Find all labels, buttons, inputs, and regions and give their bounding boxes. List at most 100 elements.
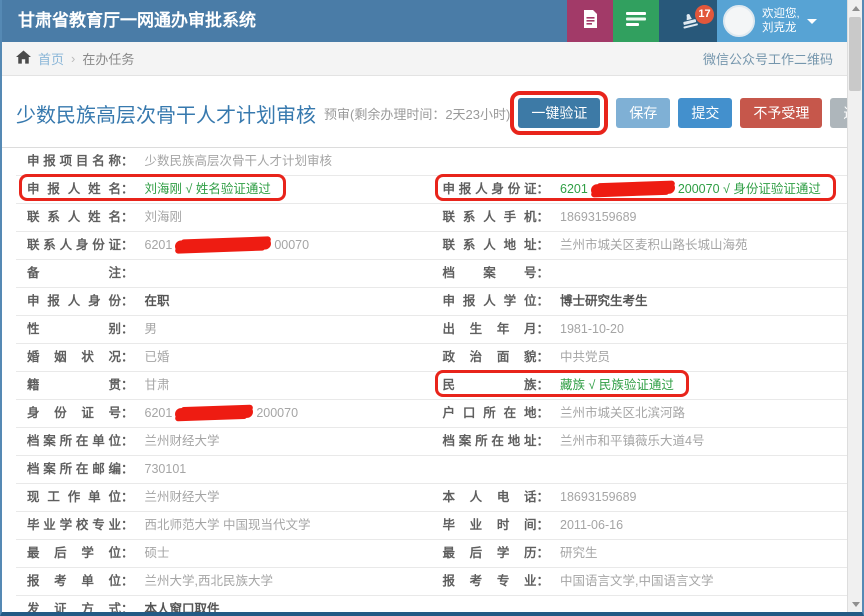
field-colon: ： [121, 182, 134, 196]
avatar [723, 5, 755, 37]
form-row: 性别：男出生年月：1981-10-20 [16, 316, 847, 344]
form-row: 婚姻状况：已婚政治面貌：中共党员 [16, 344, 847, 372]
stamp-notifications-button[interactable]: 17 [659, 0, 717, 42]
chevron-down-icon [807, 19, 817, 24]
field-label: 民族 [443, 373, 537, 397]
form-row: 现工作单位：兰州财经大学本人电话：18693159689 [16, 484, 847, 512]
form-field: 毕业学校专业：西北师范大学 中国现当代文学 [16, 512, 432, 539]
field-colon: ： [537, 238, 550, 252]
form-field: 现工作单位：兰州财经大学 [16, 484, 432, 511]
one-click-verify-button[interactable]: 一键验证 [518, 98, 600, 128]
form-field: 档案所在邮编：730101 [16, 456, 432, 483]
form-row: 发证方式：本人窗口取件 [16, 596, 847, 616]
scroll-up-arrow[interactable] [848, 0, 863, 16]
user-menu[interactable]: 欢迎您, 刘克龙 [717, 0, 847, 42]
scrollbar-thumb[interactable] [849, 17, 861, 91]
field-value: 本人窗口取件 [145, 602, 220, 616]
field-label: 申报人学位 [443, 288, 537, 315]
field-label: 申报人姓名 [27, 177, 121, 201]
field-value: 甘肃 [145, 378, 170, 392]
field-colon: ： [121, 238, 134, 252]
annotation-redbox: 民族：藏族 √ 民族验证通过 [435, 370, 689, 397]
form-field: 政治面貌：中共党员 [432, 344, 848, 371]
field-colon: ： [537, 518, 550, 532]
field-label: 申报项目名称 [27, 148, 121, 175]
field-label: 申报人身份 [27, 288, 121, 315]
notification-badge: 17 [695, 5, 714, 24]
redaction-scribble [175, 237, 271, 252]
list-icon [626, 11, 646, 32]
form-row: 联系人身份证：620100070联系人地址：兰州市城关区麦积山路长城山海苑 [16, 232, 847, 260]
field-label: 档案所在单位 [27, 428, 121, 455]
redaction-scribble [591, 181, 675, 196]
field-label: 身份证号 [27, 400, 121, 427]
breadcrumb: 首页 › 在办任务 微信公众号工作二维码 [2, 42, 847, 76]
form-field: 籍贯：甘肃 [16, 372, 432, 399]
breadcrumb-current: 在办任务 [82, 49, 134, 68]
field-value: 刘海刚 [145, 210, 183, 224]
field-value: 兰州市城关区麦积山路长城山海苑 [560, 238, 748, 252]
annotation-redbox: 申报人身份证：6201200070 √ 身份证验证通过 [435, 174, 836, 201]
wechat-qr-link[interactable]: 微信公众号工作二维码 [703, 49, 833, 68]
field-value: 中国语言文学,中国语言文学 [560, 574, 713, 588]
field-colon: ： [121, 434, 134, 448]
form-field: 档案号： [432, 260, 848, 287]
field-value: 6201200070 √ 身份证验证通过 [560, 182, 821, 196]
form-field: 最后学历： 研究生 [432, 540, 848, 567]
form-field: 性别：男 [16, 316, 432, 343]
field-label: 婚姻状况 [27, 344, 121, 371]
field-label: 最后学历 [443, 540, 537, 567]
form-row: 档案所在单位：兰州财经大学档案所在地址：兰州市和平镇薇乐大道4号 [16, 428, 847, 456]
field-label: 报考单位 [27, 568, 121, 595]
field-colon: ： [537, 378, 550, 392]
field-colon: ： [121, 490, 134, 504]
form-row: 备注 ：档案号： [16, 260, 847, 288]
field-colon: ： [537, 266, 550, 280]
field-colon: ： [121, 574, 134, 588]
field-label: 现工作单位 [27, 484, 121, 511]
field-label: 发证方式 [27, 596, 121, 616]
field-colon: ： [121, 378, 134, 392]
field-colon: ： [121, 154, 134, 168]
reject-button[interactable]: 不予受理 [740, 98, 822, 128]
form-row: 最后学位 ： 硕士 最后学历： 研究生 [16, 540, 847, 568]
save-button[interactable]: 保存 [616, 98, 670, 128]
field-colon: ： [121, 350, 134, 364]
form-row: 申报人身份：在职申报人学位：博士研究生考生 [16, 288, 847, 316]
form-field: 本人电话：18693159689 [432, 484, 848, 511]
scroll-down-arrow[interactable] [848, 596, 863, 612]
field-label: 最后学位 [27, 540, 121, 567]
field-label: 户口所在地 [443, 400, 537, 427]
form-field: 联系人地址： 兰州市城关区麦积山路长城山海苑 [432, 232, 848, 259]
submit-button[interactable]: 提交 [678, 98, 732, 128]
field-label: 联系人地址 [443, 232, 537, 259]
field-value: 硕士 [145, 546, 170, 560]
form-row: 报考单位：兰州大学,西北民族大学报考专业：中国语言文学,中国语言文学 [16, 568, 847, 596]
form: 申报项目名称：少数民族高层次骨干人才计划审核申报人姓名：刘海刚 √ 姓名验证通过… [2, 148, 847, 616]
breadcrumb-separator: › [71, 51, 75, 66]
form-cell-empty [432, 456, 848, 483]
field-colon: ： [121, 210, 134, 224]
field-value: 研究生 [560, 546, 598, 560]
form-row: 籍贯：甘肃民族：藏族 √ 民族验证通过 [16, 372, 847, 400]
field-colon: ： [537, 350, 550, 364]
menu-button[interactable] [613, 0, 659, 42]
toolbar: 一键验证 保存 提交 不予受理 返回 [510, 91, 864, 135]
browser-window: 甘肃省教育厅一网通办审批系统 17 欢迎您, [0, 0, 864, 616]
form-field: 申报人姓名：刘海刚 √ 姓名验证通过 [16, 176, 432, 203]
field-label: 政治面貌 [443, 344, 537, 371]
field-colon: ： [537, 546, 550, 560]
form-row: 档案所在邮编：730101 [16, 456, 847, 484]
field-label: 报考专业 [443, 568, 537, 595]
field-label: 备注 [27, 260, 121, 287]
form-row: 申报项目名称：少数民族高层次骨干人才计划审核 [16, 148, 847, 176]
title-bar: 少数民族高层次骨干人才计划审核 预审(剩余办理时间：2天23小时) 一键验证 保… [2, 76, 847, 148]
form-field: 申报人学位：博士研究生考生 [432, 288, 848, 315]
field-value: 博士研究生考生 [560, 294, 648, 308]
field-label: 毕业时间 [443, 512, 537, 539]
field-value: 已婚 [145, 350, 170, 364]
breadcrumb-home-link[interactable]: 首页 [38, 49, 64, 68]
form-field: 户口所在地：兰州市城关区北滨河路 [432, 400, 848, 427]
form-field: 出生年月：1981-10-20 [432, 316, 848, 343]
document-button[interactable] [567, 0, 613, 42]
